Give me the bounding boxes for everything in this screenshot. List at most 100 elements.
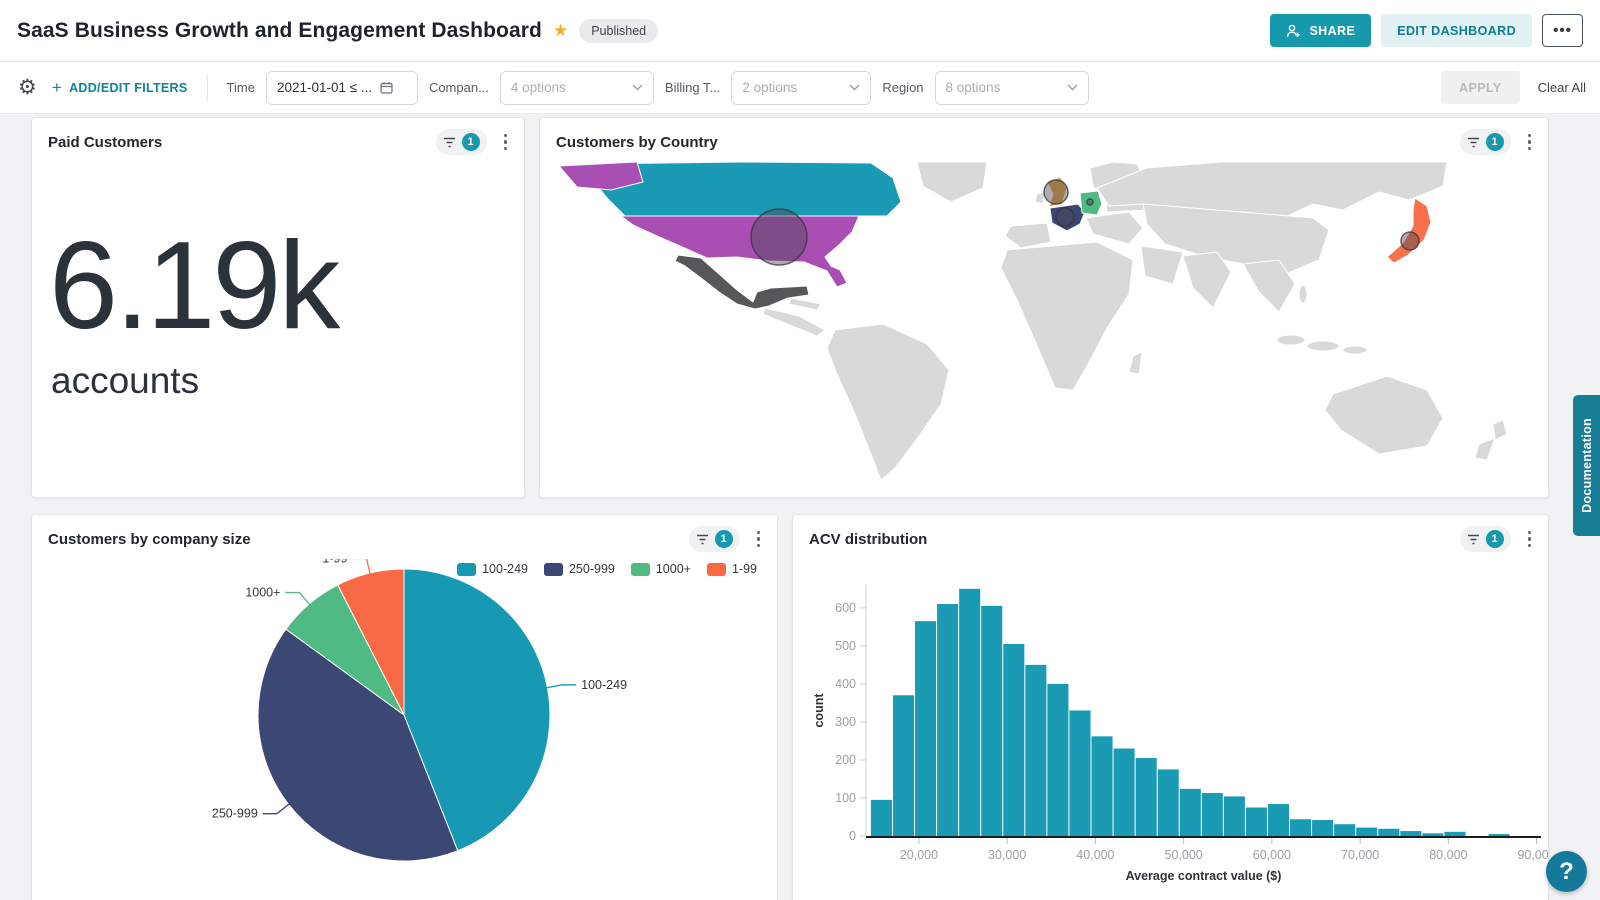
filter-bar: ⚙ + ADD/EDIT FILTERS Time 2021-01-01 ≤ .… xyxy=(0,62,1600,114)
widget-filter-chip[interactable]: 1 xyxy=(1460,129,1511,155)
y-tick-label: 200 xyxy=(835,753,856,767)
x-tick-label: 50,000 xyxy=(1165,848,1203,862)
edit-dashboard-label: EDIT DASHBOARD xyxy=(1397,24,1516,38)
filter-count-badge: 1 xyxy=(1486,133,1504,151)
share-button[interactable]: SHARE xyxy=(1270,14,1371,47)
map-bubble-france[interactable] xyxy=(1056,208,1074,226)
world-map[interactable] xyxy=(541,162,1547,498)
widget-filter-chip[interactable]: 1 xyxy=(1460,526,1511,552)
legend-label: 100-249 xyxy=(482,562,528,576)
map-bubble-germany[interactable] xyxy=(1087,199,1093,205)
region-italy-balkans xyxy=(1086,212,1143,244)
widget-company-size: 100-249 250-999 1000+ 1-99 Customers by com… xyxy=(31,514,778,900)
histogram-bar[interactable] xyxy=(981,606,1002,836)
histogram-bar[interactable] xyxy=(1025,665,1046,836)
histogram-bar[interactable] xyxy=(1246,807,1267,836)
chevron-down-icon xyxy=(1067,84,1078,91)
legend-item-250-999[interactable]: 250-999 xyxy=(544,562,615,576)
histogram-bar[interactable] xyxy=(1422,833,1443,836)
x-tick-label: 20,000 xyxy=(900,848,938,862)
widget-menu-kebab-icon[interactable] xyxy=(499,130,513,155)
histogram-bar[interactable] xyxy=(1202,793,1223,836)
histogram-bar[interactable] xyxy=(1224,796,1245,836)
histogram-bar[interactable] xyxy=(1268,804,1289,836)
histogram-bar[interactable] xyxy=(959,589,980,836)
widget-customers-by-country: Customers by Country 1 xyxy=(539,117,1549,498)
settings-gear-icon[interactable]: ⚙ xyxy=(18,75,37,100)
widget-menu-kebab-icon[interactable] xyxy=(1523,130,1537,155)
filter-count-badge: 1 xyxy=(462,133,480,151)
histogram-bar[interactable] xyxy=(1312,820,1333,836)
documentation-tab[interactable]: Documentation xyxy=(1573,395,1600,536)
widget-menu-kebab-icon[interactable] xyxy=(752,527,766,552)
country-united-states[interactable] xyxy=(621,216,859,287)
region-iberia xyxy=(1005,223,1051,248)
region-filter-select[interactable]: 8 options xyxy=(935,71,1089,105)
map-bubble-united-states[interactable] xyxy=(751,209,807,265)
clear-all-button[interactable]: Clear All xyxy=(1538,80,1586,95)
histogram-bar[interactable] xyxy=(1334,824,1355,836)
apply-button-label: APPLY xyxy=(1459,81,1502,95)
widget-paid-customers: Paid Customers 1 6.19k accounts xyxy=(31,117,525,498)
company-filter-value: 4 options xyxy=(511,80,566,95)
filter-icon xyxy=(1467,137,1480,148)
map-bubble-united-kingdom[interactable] xyxy=(1044,180,1068,204)
legend-item-100-249[interactable]: 100-249 xyxy=(457,562,528,576)
region-south-america xyxy=(827,324,949,480)
histogram-bar[interactable] xyxy=(871,800,892,836)
time-filter-input[interactable]: 2021-01-01 ≤ ... xyxy=(266,71,418,105)
widget-menu-kebab-icon[interactable] xyxy=(1523,527,1537,552)
legend-label: 1000+ xyxy=(656,562,691,576)
histogram-bar[interactable] xyxy=(1136,758,1157,836)
more-options-button[interactable]: ••• xyxy=(1542,14,1583,47)
widget-title: Customers by company size xyxy=(48,531,251,548)
widget-filter-chip[interactable]: 1 xyxy=(436,129,487,155)
widget-title: Customers by Country xyxy=(556,134,718,151)
region-central-america xyxy=(763,308,825,336)
histogram-bar[interactable] xyxy=(1400,831,1421,836)
histogram-bar[interactable] xyxy=(1290,819,1311,836)
billing-filter-select[interactable]: 2 options xyxy=(731,71,871,105)
legend-label: 250-999 xyxy=(569,562,615,576)
widget-filter-chip[interactable]: 1 xyxy=(689,526,740,552)
histogram-bar[interactable] xyxy=(1489,834,1510,836)
histogram-bar[interactable] xyxy=(1444,832,1465,836)
histogram-bar[interactable] xyxy=(893,695,914,836)
region-africa xyxy=(1001,242,1133,390)
histogram-bar[interactable] xyxy=(1069,711,1090,837)
x-tick-label: 40,000 xyxy=(1076,848,1114,862)
company-filter-select[interactable]: 4 options xyxy=(500,71,654,105)
histogram-bar[interactable] xyxy=(1180,789,1201,836)
favorite-star-icon[interactable]: ★ xyxy=(553,21,568,41)
histogram-bar[interactable] xyxy=(1378,829,1399,836)
share-user-icon xyxy=(1286,24,1301,38)
histogram-bar[interactable] xyxy=(1158,769,1179,836)
y-tick-label: 100 xyxy=(835,791,856,805)
country-japan[interactable] xyxy=(1387,198,1431,263)
apply-button[interactable]: APPLY xyxy=(1441,71,1520,104)
histogram-bar[interactable] xyxy=(1003,644,1024,836)
histogram-bar[interactable] xyxy=(1114,749,1135,836)
legend-item-1000+[interactable]: 1000+ xyxy=(631,562,691,576)
pie-callout-line xyxy=(285,593,310,606)
histogram-bar[interactable] xyxy=(937,604,958,836)
legend-item-1-99[interactable]: 1-99 xyxy=(707,562,757,576)
histogram-bar[interactable] xyxy=(915,621,936,836)
help-button[interactable]: ? xyxy=(1546,851,1587,892)
x-tick-label: 90,000 xyxy=(1517,848,1548,862)
edit-dashboard-button[interactable]: EDIT DASHBOARD xyxy=(1381,14,1532,47)
histogram-bar[interactable] xyxy=(1356,828,1377,836)
x-tick-label: 30,000 xyxy=(988,848,1026,862)
histogram-bar[interactable] xyxy=(1047,684,1068,836)
page-title: SaaS Business Growth and Engagement Dash… xyxy=(17,19,542,43)
histogram-bar[interactable] xyxy=(1092,736,1113,836)
time-filter-value: 2021-01-01 ≤ ... xyxy=(277,80,372,95)
pie-callout-line xyxy=(263,803,290,813)
histogram-chart: 010020030040050060020,00030,00040,00050,… xyxy=(793,515,1548,900)
add-edit-filters-button[interactable]: + ADD/EDIT FILTERS xyxy=(52,78,188,98)
map-bubble-japan[interactable] xyxy=(1401,232,1419,250)
country-philippines xyxy=(1299,285,1307,303)
x-tick-label: 80,000 xyxy=(1429,848,1467,862)
filter-icon xyxy=(443,137,456,148)
region-indonesia xyxy=(1307,341,1339,351)
